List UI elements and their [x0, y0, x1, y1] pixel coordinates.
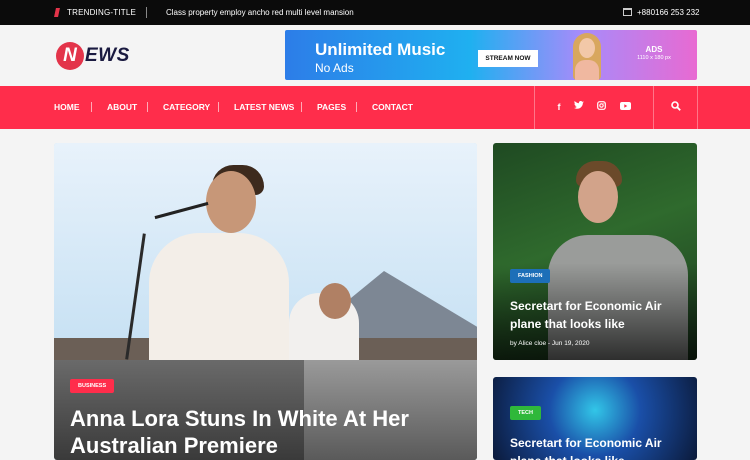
bolt-icon — [54, 8, 60, 17]
featured-image — [54, 143, 477, 361]
ad-banner[interactable]: Unlimited Music No Ads STREAM NOW ADS 11… — [285, 30, 697, 80]
nav-category[interactable]: CATEGORY — [163, 102, 210, 112]
side-story[interactable]: FASHION Secretart for Economic Air plane… — [493, 143, 697, 360]
nav-latest-news[interactable]: LATEST NEWS — [234, 102, 294, 112]
nav-contact[interactable]: CONTACT — [372, 102, 413, 112]
side-story[interactable]: TECH Secretart for Economic Air plane th… — [493, 377, 697, 460]
ad-subtitle: No Ads — [315, 61, 354, 75]
ad-title: Unlimited Music — [315, 40, 446, 59]
story-title[interactable]: Secretart for Economic Air plane that lo… — [510, 434, 685, 460]
divider — [91, 102, 92, 112]
divider — [301, 102, 302, 112]
main-nav: HOME ABOUT CATEGORY LATEST NEWS PAGES CO… — [0, 86, 750, 129]
divider — [697, 86, 698, 129]
ad-size-text: 1110 x 180 px — [637, 55, 671, 61]
logo-text: EWS — [85, 45, 130, 66]
nav-about[interactable]: ABOUT — [107, 102, 137, 112]
facebook-icon[interactable]: f — [553, 102, 565, 112]
divider — [356, 102, 357, 112]
featured-story[interactable]: BUSINESS Anna Lora Stuns In White At Her… — [54, 143, 477, 460]
stream-now-button[interactable]: STREAM NOW — [478, 50, 538, 67]
featured-title[interactable]: Anna Lora Stuns In White At Her Australi… — [70, 405, 450, 459]
site-logo[interactable]: N EWS — [56, 41, 130, 71]
logo-mark: N — [56, 42, 84, 70]
nav-home[interactable]: HOME — [54, 102, 80, 112]
ad-label: ADS 1110 x 180 px — [630, 45, 678, 61]
youtube-icon[interactable] — [620, 102, 631, 110]
divider — [146, 7, 147, 18]
search-icon[interactable] — [671, 101, 681, 111]
top-bar: TRENDING-TITLE Class property employ anc… — [0, 0, 750, 25]
category-badge[interactable]: FASHION — [510, 269, 551, 283]
nav-pages[interactable]: PAGES — [317, 102, 346, 112]
story-title[interactable]: Secretart for Economic Air plane that lo… — [510, 297, 685, 333]
instagram-icon[interactable] — [597, 101, 606, 110]
ad-label-text: ADS — [645, 45, 663, 54]
divider — [147, 102, 148, 112]
phone-number[interactable]: +880166 253 232 — [637, 8, 700, 17]
category-badge[interactable]: TECH — [510, 406, 541, 420]
twitter-icon[interactable] — [574, 101, 584, 110]
story-meta: by Alice cloe - Jun 19, 2020 — [510, 340, 590, 347]
ad-image — [567, 30, 607, 80]
category-badge[interactable]: BUSINESS — [70, 379, 115, 393]
trending-headline[interactable]: Class property employ ancho red multi le… — [166, 8, 354, 17]
calendar-icon — [623, 8, 632, 16]
trending-label[interactable]: TRENDING-TITLE — [67, 8, 136, 17]
divider — [218, 102, 219, 112]
divider — [534, 86, 535, 129]
divider — [653, 86, 654, 129]
